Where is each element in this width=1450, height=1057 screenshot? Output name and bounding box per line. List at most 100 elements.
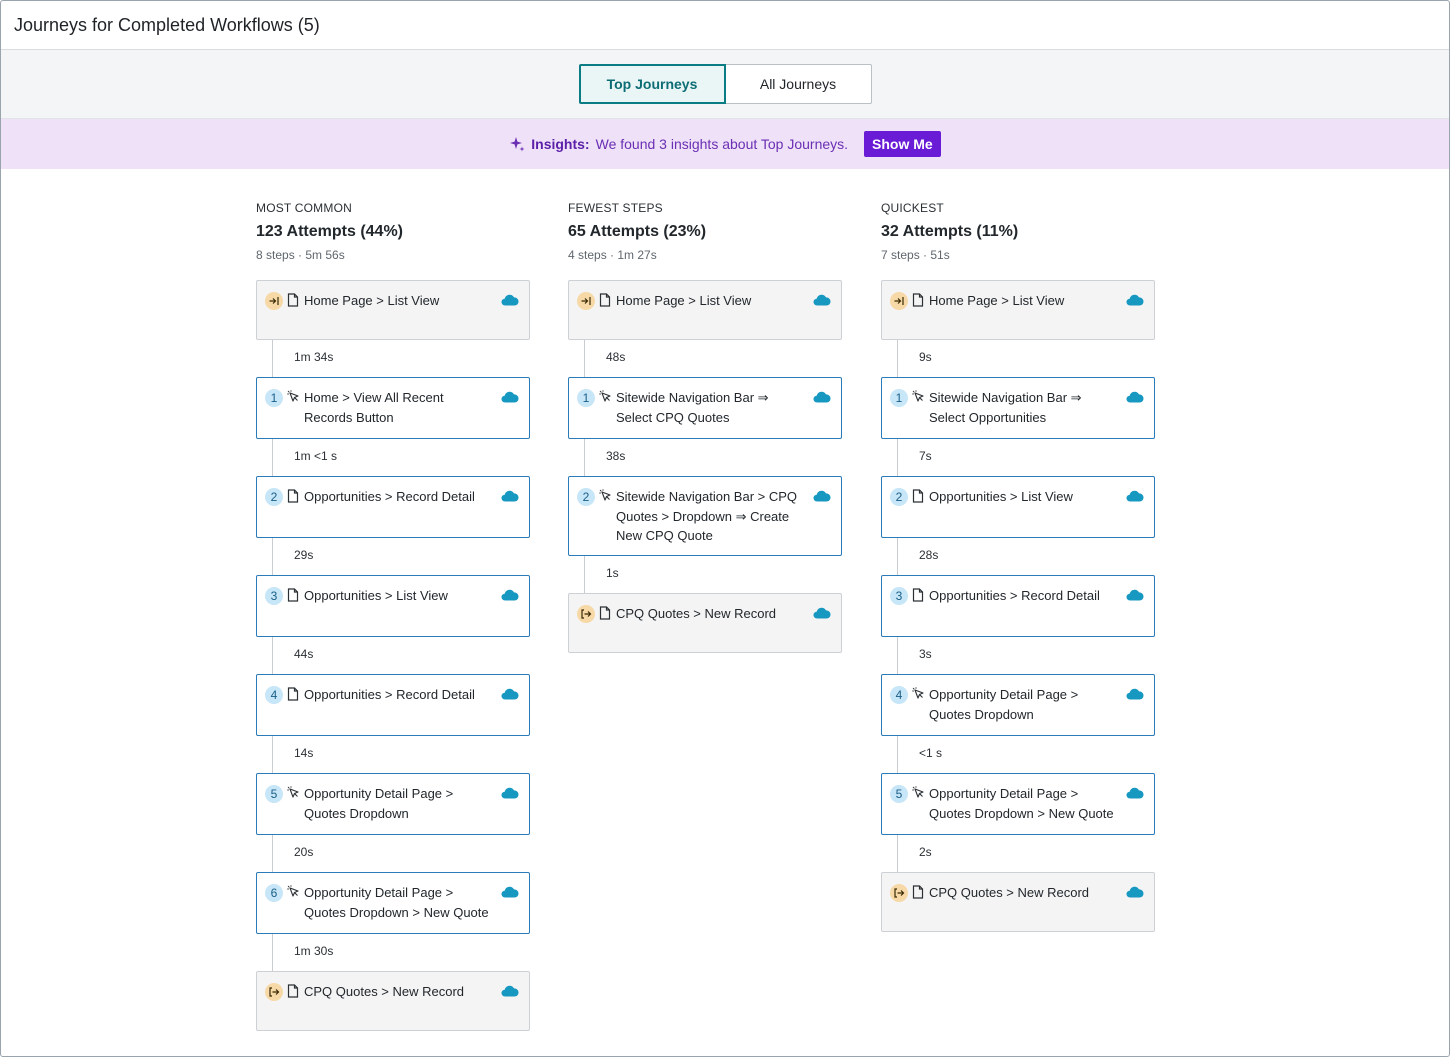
end-icon bbox=[890, 884, 908, 902]
step-content: 5 Opportunity Detail Page > Quotes Dropdo… bbox=[882, 774, 1154, 823]
step-label: Opportunities > List View bbox=[304, 588, 448, 603]
step-content: 4 Opportunity Detail Page > Quotes Dropdo… bbox=[882, 675, 1154, 724]
insights-banner: Insights: We found 3 insights about Top … bbox=[1, 119, 1449, 169]
journey-end-step[interactable]: CPQ Quotes > New Record bbox=[881, 872, 1155, 932]
journey-step[interactable]: 3 Opportunities > List View bbox=[256, 575, 530, 637]
step-label: Sitewide Navigation Bar ⇒ Select CPQ Quo… bbox=[616, 390, 769, 425]
step-label: Opportunities > Record Detail bbox=[929, 588, 1100, 603]
step-label: CPQ Quotes > New Record bbox=[304, 984, 465, 999]
step-number-badge: 4 bbox=[265, 686, 283, 704]
step-label: CPQ Quotes > New Record bbox=[616, 605, 777, 621]
step-content: 1 Sitewide Navigation Bar ⇒ Select CPQ Qu… bbox=[569, 378, 841, 427]
step-duration: 3s bbox=[919, 647, 932, 661]
click-icon bbox=[287, 786, 301, 799]
end-icon bbox=[577, 604, 595, 623]
click-icon bbox=[599, 489, 613, 502]
show-me-button[interactable]: Show Me bbox=[864, 131, 941, 157]
step-connector bbox=[897, 439, 898, 476]
journey-step[interactable]: 2 Sitewide Navigation Bar > CPQ Quotes > … bbox=[568, 476, 842, 556]
journey-step[interactable]: 3 Opportunities > Record Detail bbox=[881, 575, 1155, 637]
journey-step[interactable]: 1 Home > View All Recent Records Button bbox=[256, 377, 530, 439]
journey-meta: 4 steps · 1m 27s bbox=[568, 248, 657, 262]
page-icon bbox=[287, 293, 301, 307]
step-number-badge: 2 bbox=[265, 488, 283, 506]
step-duration: <1 s bbox=[919, 746, 943, 760]
tab-top-journeys[interactable]: Top Journeys bbox=[578, 64, 726, 104]
step-content: CPQ Quotes > New Record bbox=[257, 972, 529, 1002]
step-connector bbox=[272, 835, 273, 872]
step-number-badge: 3 bbox=[265, 587, 283, 605]
step-label: Home > View All Recent Records Button bbox=[304, 390, 444, 425]
step-number-badge: 2 bbox=[890, 488, 908, 506]
journeys-panel: Journeys for Completed Workflows (5) Top… bbox=[0, 0, 1450, 1057]
step-content: 3 Opportunities > Record Detail bbox=[882, 576, 1154, 606]
step-duration: 1m 30s bbox=[294, 944, 334, 958]
step-content: 4 Opportunities > Record Detail bbox=[257, 675, 529, 705]
step-label: Home Page > List View bbox=[304, 293, 440, 308]
journey-step[interactable]: 2 Opportunities > Record Detail bbox=[256, 476, 530, 538]
step-duration: 1m <1 s bbox=[294, 449, 338, 463]
salesforce-cloud-icon bbox=[813, 606, 831, 618]
salesforce-cloud-icon bbox=[501, 885, 519, 898]
journey-step[interactable]: 5 Opportunity Detail Page > Quotes Dropdo… bbox=[256, 773, 530, 835]
step-label: Opportunity Detail Page > Quotes Dropdow… bbox=[304, 786, 454, 821]
step-connector bbox=[897, 340, 898, 377]
sparkle-icon bbox=[509, 136, 525, 152]
click-icon bbox=[599, 390, 613, 403]
panel-header: Journeys for Completed Workflows (5) bbox=[1, 1, 1449, 50]
page-icon bbox=[912, 588, 926, 602]
journey-start-step[interactable]: Home Page > List View bbox=[256, 280, 530, 340]
step-label: Opportunity Detail Page > Quotes Dropdow… bbox=[304, 885, 489, 920]
journey-start-step[interactable]: Home Page > List View bbox=[881, 280, 1155, 340]
step-content: 2 Sitewide Navigation Bar > CPQ Quotes > … bbox=[569, 477, 841, 546]
step-number-badge: 1 bbox=[577, 389, 595, 407]
step-connector bbox=[584, 439, 585, 476]
step-duration: 28s bbox=[919, 548, 939, 562]
click-icon bbox=[912, 786, 926, 799]
step-duration: 2s bbox=[919, 845, 932, 859]
step-content: 1 Sitewide Navigation Bar ⇒ Select Opport… bbox=[882, 378, 1154, 427]
click-icon bbox=[912, 687, 926, 700]
salesforce-cloud-icon bbox=[813, 293, 831, 306]
step-connector bbox=[272, 439, 273, 476]
step-label: Home Page > List View bbox=[929, 293, 1065, 308]
journey-column: MOST COMMON 123 Attempts (44%) 8 steps · 5… bbox=[256, 201, 530, 1031]
journey-attempts: 32 Attempts (11%) bbox=[881, 223, 1019, 240]
journey-step[interactable]: 4 Opportunities > Record Detail bbox=[256, 674, 530, 736]
step-number-badge: 1 bbox=[890, 389, 908, 407]
start-icon bbox=[265, 292, 283, 310]
journey-step[interactable]: 4 Opportunity Detail Page > Quotes Dropdo… bbox=[881, 674, 1155, 736]
step-connector bbox=[272, 637, 273, 674]
step-connector bbox=[272, 538, 273, 575]
start-icon bbox=[890, 292, 908, 310]
step-connector bbox=[584, 340, 585, 377]
journey-end-step[interactable]: CPQ Quotes > New Record bbox=[568, 592, 842, 653]
journey-step[interactable]: 5 Opportunity Detail Page > Quotes Dropdo… bbox=[881, 773, 1155, 835]
step-label: Opportunity Detail Page > Quotes Dropdow… bbox=[929, 786, 1114, 821]
salesforce-cloud-icon bbox=[1126, 885, 1144, 898]
journey-step[interactable]: 1 Sitewide Navigation Bar ⇒ Select Opport… bbox=[881, 377, 1155, 439]
step-content: 5 Opportunity Detail Page > Quotes Dropdo… bbox=[257, 774, 529, 823]
journey-step[interactable]: 6 Opportunity Detail Page > Quotes Dropdo… bbox=[256, 872, 530, 934]
step-number-badge: 3 bbox=[890, 587, 908, 605]
step-number-badge: 1 bbox=[265, 389, 283, 407]
step-label: Opportunities > Record Detail bbox=[304, 687, 475, 702]
end-icon bbox=[265, 983, 283, 1001]
step-connector bbox=[272, 340, 273, 377]
journey-end-step[interactable]: CPQ Quotes > New Record bbox=[256, 971, 530, 1031]
step-label: Opportunity Detail Page > Quotes Dropdow… bbox=[929, 687, 1079, 722]
salesforce-cloud-icon bbox=[501, 588, 519, 601]
page-icon bbox=[599, 293, 613, 307]
salesforce-cloud-icon bbox=[501, 489, 519, 502]
journey-step[interactable]: 2 Opportunities > List View bbox=[881, 476, 1155, 538]
salesforce-cloud-icon bbox=[1126, 588, 1144, 601]
journey-start-step[interactable]: Home Page > List View bbox=[568, 280, 842, 340]
journey-step[interactable]: 1 Sitewide Navigation Bar ⇒ Select CPQ Qu… bbox=[568, 377, 842, 439]
page-icon bbox=[912, 489, 926, 503]
step-label: Home Page > List View bbox=[616, 293, 752, 308]
tab-all-journeys[interactable]: All Journeys bbox=[725, 64, 872, 104]
page-title: Journeys for Completed Workflows (5) bbox=[14, 14, 320, 35]
step-label: CPQ Quotes > New Record bbox=[929, 885, 1090, 900]
step-connector bbox=[897, 736, 898, 773]
journey-attempts: 123 Attempts (44%) bbox=[256, 223, 404, 240]
